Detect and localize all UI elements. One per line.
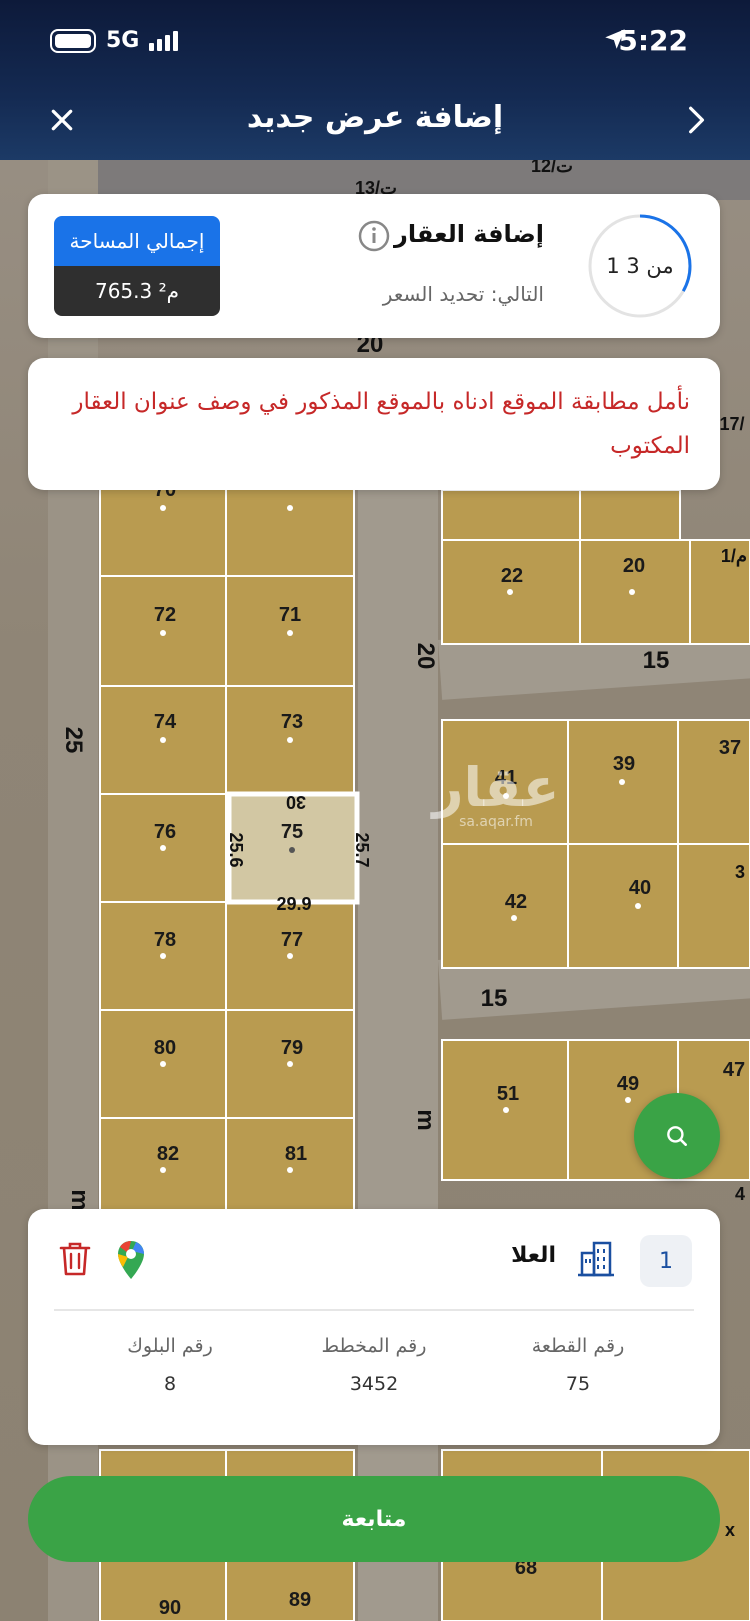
plot-number: 77 <box>281 929 303 951</box>
continue-button[interactable]: متابعة <box>28 1476 720 1562</box>
plot-number: 74 <box>154 711 177 733</box>
next-step-label: التالي: تحديد السعر <box>382 282 544 306</box>
property-index-badge: 1 <box>640 1235 692 1287</box>
location-warning-text: نأمل مطابقة الموقع ادناه بالموقع المذكور… <box>72 389 690 459</box>
dimension-right: 25.7 <box>352 832 372 867</box>
plot-top-a <box>441 489 581 541</box>
plot-number: 82 <box>157 1143 179 1165</box>
plot-number: 51 <box>497 1083 519 1105</box>
plot-number: 22 <box>501 565 523 587</box>
field-block-number: رقم البلوك 8 <box>80 1335 260 1395</box>
edge-label: 17/ <box>719 414 744 434</box>
total-area-value: 765.3 م² <box>54 266 220 316</box>
plot-number: 39 <box>613 753 635 775</box>
field-scheme-number: رقم المخطط 3452 <box>284 1335 464 1395</box>
dimension-bottom: 29.9 <box>276 894 311 914</box>
street-label: 15 <box>643 647 670 674</box>
street-label: 20 <box>412 643 439 670</box>
plot-number: 40 <box>629 877 651 899</box>
property-card: 1 العلا رقم القطعة 75 رقم المخطط 3452 رق… <box>28 1209 720 1445</box>
location-warning-card: نأمل مطابقة الموقع ادناه بالموقع المذكور… <box>28 358 720 490</box>
plot-number: 72 <box>154 604 176 626</box>
total-area-label: إجمالي المساحة <box>54 216 220 266</box>
step-progress-card: 1 من 3 إضافة العقار التالي: تحديد السعر … <box>28 194 720 338</box>
field-value: 75 <box>565 1373 591 1395</box>
info-icon[interactable] <box>358 220 390 252</box>
plot-number: 76 <box>154 821 176 843</box>
plot-number: 89 <box>289 1589 311 1611</box>
edge-label: 4 <box>735 1184 745 1204</box>
status-time: 5:22 <box>618 24 688 57</box>
street-label: m <box>66 1189 93 1210</box>
plot-number: 49 <box>617 1073 639 1095</box>
plot-number: 37 <box>719 737 741 759</box>
property-fields: رقم القطعة 75 رقم المخطط 3452 رقم البلوك… <box>28 1335 720 1395</box>
plot-number: 20 <box>623 555 645 577</box>
plot-top-b <box>579 489 681 541</box>
property-divider <box>54 1309 694 1311</box>
plot-69 <box>225 479 355 577</box>
edge-label: x <box>725 1520 735 1540</box>
map-search-button[interactable] <box>634 1093 720 1179</box>
plot-number: 90 <box>159 1597 181 1619</box>
back-button[interactable] <box>676 100 716 140</box>
watermark-logo: عقار <box>429 756 559 819</box>
street-label: 15 <box>481 985 508 1012</box>
plot-number: 47 <box>723 1059 745 1081</box>
street-label: 25 <box>60 727 87 754</box>
watermark: عقار sa.aqar.fm <box>429 756 559 830</box>
plot-number: 79 <box>281 1037 303 1059</box>
google-maps-icon[interactable] <box>116 1239 146 1281</box>
dimension-left: 25.6 <box>226 832 246 867</box>
plot-number: 73 <box>281 711 303 733</box>
plot-number: 71 <box>279 604 301 626</box>
battery-icon <box>50 28 96 53</box>
building-icon <box>578 1241 614 1277</box>
street-label: m <box>412 1109 439 1130</box>
page-title: إضافة عرض جديد <box>246 100 504 135</box>
step-title: إضافة العقار <box>394 220 544 248</box>
plot-number: 81 <box>285 1143 307 1165</box>
chevron-right-icon <box>689 106 705 134</box>
status-left: 5G <box>50 28 179 53</box>
network-label: 5G <box>106 28 140 53</box>
plots-left <box>99 479 355 1621</box>
field-label: رقم البلوك <box>127 1335 213 1357</box>
plot-number: 75 <box>281 821 303 843</box>
app-header: 5G 5:22 إضافة عرض جديد <box>0 0 750 160</box>
search-icon <box>667 1126 687 1146</box>
edge-label: 3 <box>735 862 745 882</box>
plot-number: 80 <box>154 1037 176 1059</box>
edge-label: 1/م <box>721 546 747 567</box>
signal-icon <box>149 30 179 51</box>
trash-icon[interactable] <box>58 1241 92 1277</box>
property-city: العلا <box>511 1243 556 1268</box>
watermark-url: sa.aqar.fm <box>459 814 533 830</box>
plot-40 <box>567 843 679 969</box>
step-counter: 1 من 3 <box>606 254 674 278</box>
field-label: رقم المخطط <box>321 1335 427 1357</box>
dimension-top: 30 <box>286 792 306 812</box>
field-label: رقم القطعة <box>531 1335 625 1357</box>
field-value: 3452 <box>349 1373 399 1395</box>
total-area-box: إجمالي المساحة 765.3 م² <box>54 216 220 316</box>
field-value: 8 <box>163 1373 177 1395</box>
plot-number: 42 <box>505 891 527 913</box>
plot-number: 78 <box>154 929 176 951</box>
field-plot-number: رقم القطعة 75 <box>488 1335 668 1395</box>
